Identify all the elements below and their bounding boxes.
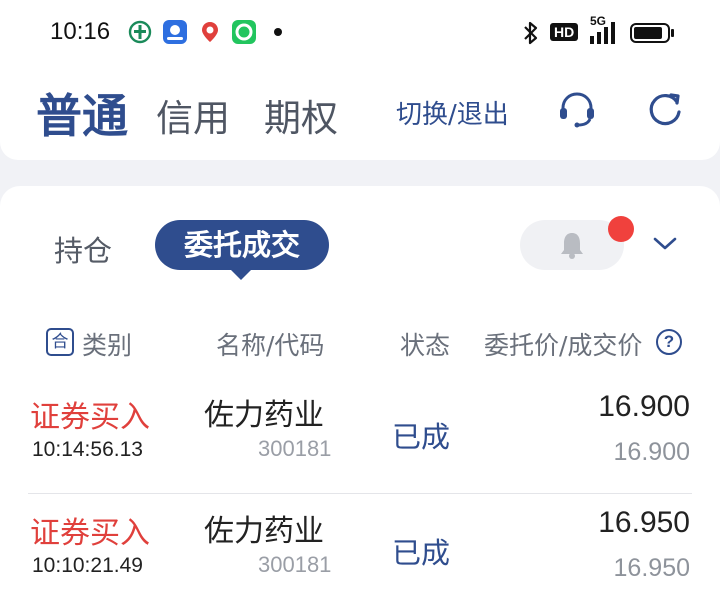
table-row[interactable]: 证券买入 10:10:21.49 佐力药业 300181 已成 16.950 1… (0, 494, 720, 608)
top-header-panel: 10:16 HD 5G 普通 信用 期权 切换/退出 (0, 0, 720, 160)
order-type: 证券买入 (30, 516, 150, 551)
bluetooth-icon (522, 20, 540, 50)
green-app-icon (232, 20, 256, 44)
baidu-map-icon (163, 20, 187, 44)
column-category: 类别 (82, 331, 133, 360)
order-status: 已成 (392, 536, 451, 570)
deal-price: 16.950 (613, 554, 690, 582)
status-time: 10:16 (50, 18, 111, 45)
hd-badge: HD (550, 22, 579, 41)
signal-icon: 5G (582, 14, 622, 52)
stock-code: 300181 (258, 436, 332, 461)
order-time: 10:14:56.13 (32, 438, 143, 461)
tab-normal[interactable]: 普通 (36, 80, 128, 146)
order-time: 10:10:21.49 (32, 554, 143, 577)
tab-options[interactable]: 期权 (264, 88, 338, 142)
order-status: 已成 (392, 420, 451, 454)
column-name-code: 名称/代码 (216, 331, 325, 360)
refresh-icon[interactable] (644, 88, 686, 134)
switch-logout-link[interactable]: 切换/退出 (396, 94, 509, 131)
bank-app-icon (128, 20, 152, 44)
tab-credit[interactable]: 信用 (156, 88, 230, 142)
maps-pin-app-icon (198, 20, 222, 44)
deal-price: 16.900 (613, 438, 690, 466)
help-icon[interactable]: ? (656, 329, 682, 355)
column-status: 状态 (400, 331, 451, 360)
more-notifications-dot (274, 28, 282, 36)
tab-orders-deals[interactable]: 委托成交 (155, 220, 329, 270)
battery-icon (630, 22, 676, 48)
status-bar: 10:16 HD 5G (0, 0, 720, 64)
bell-icon (556, 229, 588, 265)
table-row[interactable]: 证券买入 10:14:56.13 佐力药业 300181 已成 16.900 1… (0, 378, 720, 494)
notification-badge (608, 216, 634, 242)
stock-name: 佐力药业 (204, 398, 324, 433)
tab-holdings[interactable]: 持仓 (54, 228, 112, 270)
orders-card: 持仓 委托成交 合 类别 名称/代码 状态 委托价/成交价 ? 证券买入 10:… (0, 186, 720, 608)
order-price: 16.950 (598, 506, 690, 539)
active-tab-pointer (230, 269, 252, 280)
headset-icon[interactable] (556, 88, 598, 134)
merge-toggle-icon[interactable]: 合 (46, 328, 74, 356)
order-price: 16.900 (598, 390, 690, 423)
column-price: 委托价/成交价 (484, 331, 643, 360)
stock-name: 佐力药业 (204, 514, 324, 549)
stock-code: 300181 (258, 552, 332, 577)
chevron-down-icon[interactable] (652, 236, 678, 256)
order-type: 证券买入 (30, 400, 150, 435)
network-type: 5G (590, 14, 607, 28)
